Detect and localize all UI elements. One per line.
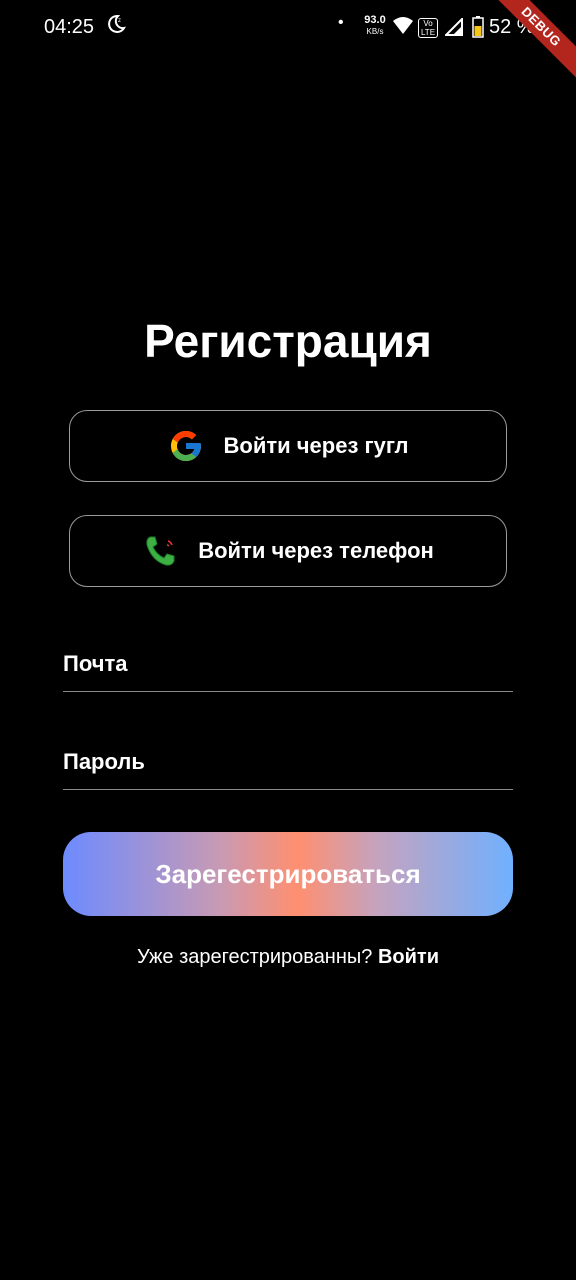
green-phone-icon (142, 533, 178, 569)
volte-badge: Vo LTE (418, 18, 438, 38)
page-title: Регистрация (144, 315, 432, 367)
network-speed-value: 93.0 (364, 14, 386, 26)
email-input[interactable] (63, 651, 513, 677)
google-signin-button[interactable]: Войти через гугл (69, 410, 507, 482)
email-field[interactable] (63, 639, 513, 692)
notification-dot-icon: • (338, 14, 344, 31)
cell-signal-icon (443, 16, 463, 41)
google-signin-label: Войти через гугл (223, 433, 409, 458)
battery-icon (472, 16, 484, 43)
network-speed: 93.0 KB/s (360, 15, 390, 37)
status-time: 04:25 (44, 16, 95, 38)
register-button[interactable]: Зарегестрироваться (63, 832, 513, 916)
password-input[interactable] (63, 749, 513, 775)
phone-signin-button[interactable]: Войти через телефон (69, 515, 507, 587)
login-prompt: Уже зарегестрированны? Войти (0, 946, 576, 969)
status-bar: 04:25 z • 93.0 KB/s Vo LTE 52 % DEBUG (0, 0, 576, 88)
wifi-icon (392, 16, 414, 41)
login-link[interactable]: Войти (378, 946, 439, 968)
moon-icon: z (106, 14, 126, 39)
debug-ribbon: DEBUG (480, 0, 576, 88)
network-speed-unit: KB/s (366, 27, 384, 36)
google-g-icon (168, 428, 204, 464)
phone-signin-label: Войти через телефон (198, 538, 434, 563)
svg-text:z: z (118, 18, 121, 24)
login-prompt-text: Уже зарегестрированны? (136, 946, 373, 968)
password-field[interactable] (63, 737, 513, 790)
